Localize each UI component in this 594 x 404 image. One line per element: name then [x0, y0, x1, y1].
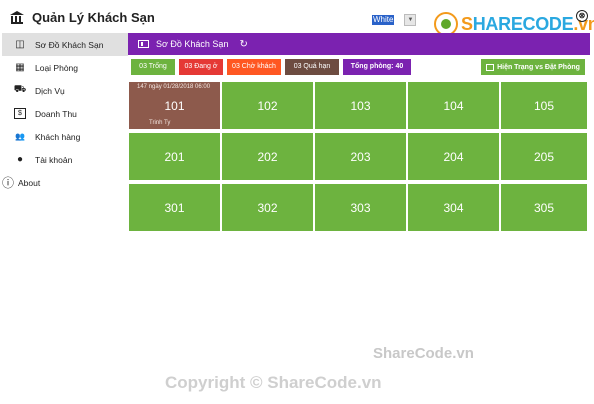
content-header: Sơ Đồ Khách Sạn ↻: [128, 33, 590, 55]
sidebar-item-label: Loại Phòng: [35, 62, 79, 73]
room-number: 105: [533, 98, 555, 113]
users-icon: 👥: [15, 132, 25, 141]
room-number: 301: [164, 200, 185, 215]
app-title: Quản Lý Khách Sạn: [32, 10, 155, 25]
room-grid: 147 ngày 01/28/2018 06:00 101 Trinh Ty 1…: [129, 82, 587, 232]
building-icon: ▦: [15, 62, 25, 73]
empty-count-badge[interactable]: 03 Trống: [131, 59, 175, 75]
sidebar-item-label: Tài khoản: [35, 154, 73, 165]
overdue-count-badge[interactable]: 03 Quá hạn: [285, 59, 339, 75]
status-legend: 03 Trống 03 Đang ở 03 Chờ khách 03 Quá h…: [131, 59, 415, 75]
map-icon: [138, 40, 149, 48]
room-tile[interactable]: 202: [222, 133, 313, 180]
status-booking-label: Hiện Trạng vs Đặt Phòng: [497, 63, 580, 71]
room-tile[interactable]: 301: [129, 184, 220, 231]
chevron-down-icon[interactable]: ▼: [404, 14, 417, 26]
window-icon: [486, 63, 495, 71]
room-booking-info: 147 ngày 01/28/2018 06:00: [137, 84, 211, 90]
room-number: 101: [164, 98, 185, 113]
sidebar-item-about[interactable]: ⓘ About: [2, 171, 128, 194]
room-tile[interactable]: 302: [222, 184, 313, 231]
room-tile[interactable]: 204: [408, 133, 499, 180]
sidebar-item-label: Doanh Thu: [35, 108, 77, 119]
sidebar-item-label: Dịch Vụ: [35, 85, 65, 96]
room-tile[interactable]: 203: [315, 133, 406, 180]
room-tile[interactable]: 104: [408, 82, 499, 129]
room-tile[interactable]: 303: [315, 184, 406, 231]
room-number: 204: [443, 149, 464, 164]
user-icon: ●: [16, 154, 24, 165]
room-tile[interactable]: 103: [315, 82, 406, 129]
room-number: 305: [533, 200, 555, 215]
room-number: 201: [164, 149, 185, 164]
sidebar-item-hotel-map[interactable]: ◫ Sơ Đồ Khách Sạn: [2, 33, 128, 56]
logo-prefix: S: [461, 13, 473, 34]
room-number: 203: [350, 149, 371, 164]
room-tile[interactable]: 102: [222, 82, 313, 129]
sidebar-item-room-types[interactable]: ▦ Loại Phòng: [2, 56, 128, 79]
room-number: 104: [443, 98, 464, 113]
sidebar-item-label: About: [18, 177, 41, 188]
sidebar-item-customers[interactable]: 👥 Khách hàng: [2, 125, 128, 148]
room-number: 303: [350, 200, 371, 215]
room-number: 205: [533, 149, 555, 164]
logo-brand: HARECODE: [472, 13, 574, 34]
sidebar-item-revenue[interactable]: $ Doanh Thu: [2, 102, 128, 125]
room-number: 103: [350, 98, 371, 113]
sidebar-item-account[interactable]: ● Tài khoản: [2, 148, 128, 171]
room-tile[interactable]: 205: [501, 133, 587, 180]
sidebar-item-label: Sơ Đồ Khách Sạn: [35, 39, 104, 50]
delivery-truck-icon: ⛟: [13, 84, 27, 95]
sidebar: ◫ Sơ Đồ Khách Sạn ▦ Loại Phòng ⛟ Dịch Vụ…: [2, 33, 128, 400]
room-number: 202: [257, 149, 278, 164]
info-icon: ⓘ: [2, 176, 15, 190]
room-tile[interactable]: 304: [408, 184, 499, 231]
hotel-icon: [10, 11, 24, 24]
total-rooms-badge: Tổng phòng: 40: [343, 59, 411, 75]
close-button[interactable]: ⊗: [576, 10, 588, 22]
money-icon: $: [14, 108, 26, 119]
sidebar-item-label: Khách hàng: [35, 131, 81, 142]
room-tile[interactable]: 147 ngày 01/28/2018 06:00 101 Trinh Ty: [129, 82, 220, 129]
room-number: 304: [443, 200, 464, 215]
room-tile[interactable]: 305: [501, 184, 587, 231]
room-number: 102: [257, 98, 278, 113]
sidebar-item-services[interactable]: ⛟ Dịch Vụ: [2, 79, 128, 102]
room-guest-name: Trinh Ty: [149, 120, 171, 126]
refresh-icon[interactable]: ↻: [239, 39, 247, 50]
page-title: Sơ Đồ Khách Sạn: [156, 39, 229, 49]
room-tile[interactable]: 201: [129, 133, 220, 180]
watermark-bottom: Copyright © ShareCode.vn: [165, 373, 382, 392]
map-icon: ◫: [15, 39, 25, 50]
waiting-count-badge[interactable]: 03 Chờ khách: [227, 59, 281, 75]
status-booking-button[interactable]: Hiện Trạng vs Đặt Phòng: [481, 59, 585, 75]
theme-select[interactable]: White ▼: [372, 14, 417, 26]
occupied-count-badge[interactable]: 03 Đang ở: [179, 59, 223, 75]
watermark-top: ShareCode.vn: [373, 345, 474, 362]
room-number: 302: [257, 200, 278, 215]
room-tile[interactable]: 105: [501, 82, 587, 129]
theme-value: White: [372, 15, 395, 25]
